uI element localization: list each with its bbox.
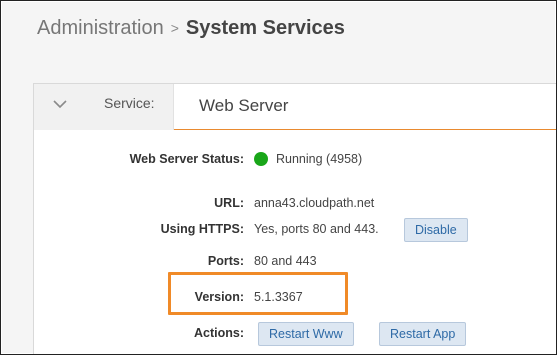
version-value: 5.1.3367 (254, 290, 303, 304)
breadcrumb-separator: > (170, 20, 179, 36)
ports-value: 80 and 443 (254, 254, 317, 268)
https-value: Yes, ports 80 and 443. (254, 222, 379, 236)
status-dot-icon (254, 152, 268, 166)
disable-https-button[interactable]: Disable (404, 218, 468, 242)
breadcrumb-parent[interactable]: Administration (37, 17, 164, 39)
ports-row: Ports: 80 and 443 (34, 250, 556, 274)
status-value: Running (4958) (276, 152, 363, 166)
url-value: anna43.cloudpath.net (254, 196, 375, 210)
breadcrumb: Administration > System Services (37, 17, 345, 40)
restart-app-button[interactable]: Restart App (379, 322, 467, 346)
version-row: Version: 5.1.3367 (34, 286, 556, 310)
service-panel-header: Service: Web Server (34, 84, 556, 130)
actions-label: Actions: (194, 326, 244, 340)
status-value-wrap: Running (4958) (254, 152, 362, 166)
window-frame: Administration > System Services Service: … (0, 0, 557, 355)
service-name: Web Server (199, 96, 289, 115)
collapse-toggle[interactable]: Service: (34, 84, 174, 130)
actions-row: Actions: Restart Www Restart App (34, 322, 556, 346)
service-label: Service: (104, 95, 155, 111)
page-title: System Services (185, 17, 345, 39)
url-row: URL: anna43.cloudpath.net (34, 192, 556, 216)
restart-www-button[interactable]: Restart Www (258, 322, 354, 346)
version-label: Version: (194, 290, 244, 304)
https-label: Using HTTPS: (160, 222, 244, 236)
url-label: URL: (214, 196, 244, 210)
status-row: Web Server Status: Running (4958) (34, 148, 556, 172)
ports-label: Ports: (207, 254, 244, 268)
chevron-down-icon (53, 100, 67, 109)
https-row: Using HTTPS: Yes, ports 80 and 443. Disa… (34, 218, 556, 242)
service-panel: Service: Web Server Web Server Status: R… (33, 83, 556, 354)
status-label: Web Server Status: (129, 152, 244, 166)
